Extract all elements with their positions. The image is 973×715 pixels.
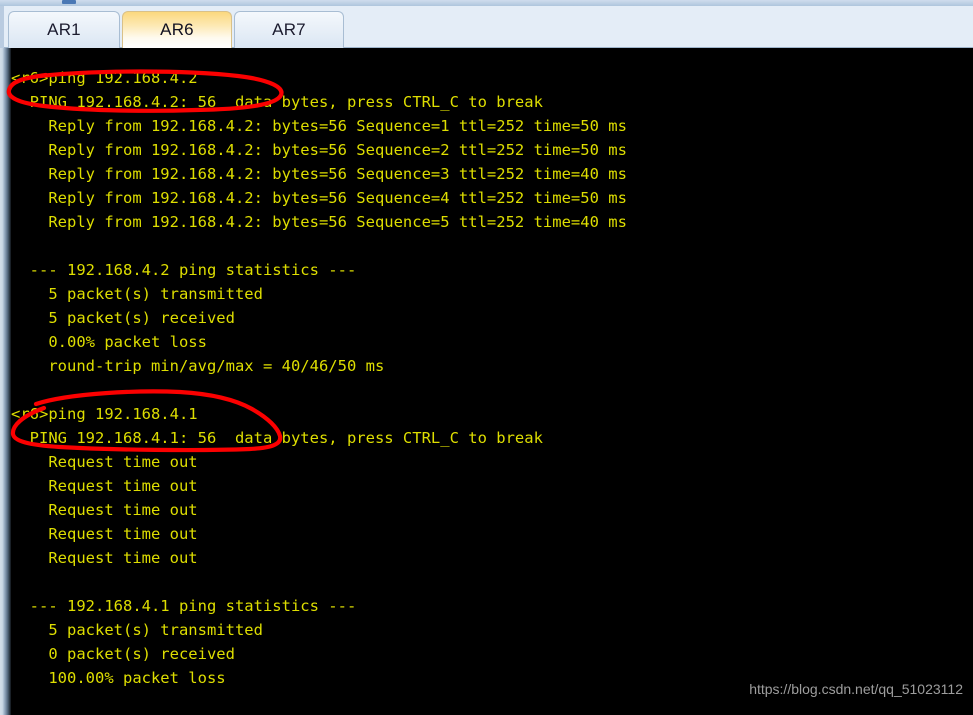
application-window: AR1 AR6 AR7 <r6>ping 192.168.4.2 PING 19… bbox=[0, 0, 973, 715]
console-line: Request time out bbox=[11, 453, 198, 471]
console-line: Request time out bbox=[11, 477, 198, 495]
console-line: Reply from 192.168.4.2: bytes=56 Sequenc… bbox=[11, 117, 627, 135]
tab-ar6[interactable]: AR6 bbox=[122, 11, 232, 48]
cli-console[interactable]: <r6>ping 192.168.4.2 PING 192.168.4.2: 5… bbox=[0, 48, 973, 715]
console-line: <r6>ping 192.168.4.1 bbox=[11, 405, 198, 423]
window-titlebar-indicator bbox=[62, 0, 76, 4]
console-top-edge bbox=[0, 48, 973, 50]
console-line: Request time out bbox=[11, 549, 198, 567]
console-line: --- 192.168.4.1 ping statistics --- bbox=[11, 597, 357, 615]
console-output: <r6>ping 192.168.4.2 PING 192.168.4.2: 5… bbox=[11, 66, 973, 690]
console-line: 5 packet(s) transmitted bbox=[11, 621, 263, 639]
tab-ar1[interactable]: AR1 bbox=[8, 11, 120, 48]
tab-ar1-label: AR1 bbox=[47, 20, 81, 39]
console-line: round-trip min/avg/max = 40/46/50 ms bbox=[11, 357, 385, 375]
console-line: PING 192.168.4.1: 56 data bytes, press C… bbox=[11, 429, 543, 447]
tab-ar7[interactable]: AR7 bbox=[234, 11, 344, 48]
console-line: 5 packet(s) transmitted bbox=[11, 285, 263, 303]
console-line: PING 192.168.4.2: 56 data bytes, press C… bbox=[11, 93, 543, 111]
console-left-bevel bbox=[0, 48, 11, 715]
console-line: Request time out bbox=[11, 501, 198, 519]
console-line: Request time out bbox=[11, 525, 198, 543]
console-line: --- 192.168.4.2 ping statistics --- bbox=[11, 261, 357, 279]
watermark: https://blog.csdn.net/qq_51023112 bbox=[749, 681, 963, 697]
console-line: Reply from 192.168.4.2: bytes=56 Sequenc… bbox=[11, 213, 627, 231]
console-line: 5 packet(s) received bbox=[11, 309, 235, 327]
console-line: Reply from 192.168.4.2: bytes=56 Sequenc… bbox=[11, 141, 627, 159]
device-tab-bar: AR1 AR6 AR7 bbox=[0, 6, 973, 48]
console-line: Reply from 192.168.4.2: bytes=56 Sequenc… bbox=[11, 165, 627, 183]
tab-bar-left-edge bbox=[0, 6, 4, 48]
console-line: Reply from 192.168.4.2: bytes=56 Sequenc… bbox=[11, 189, 627, 207]
console-line: 0 packet(s) received bbox=[11, 645, 235, 663]
tab-ar6-label: AR6 bbox=[160, 20, 194, 39]
tab-ar7-label: AR7 bbox=[272, 20, 306, 39]
console-line: <r6>ping 192.168.4.2 bbox=[11, 69, 198, 87]
console-line: 0.00% packet loss bbox=[11, 333, 207, 351]
